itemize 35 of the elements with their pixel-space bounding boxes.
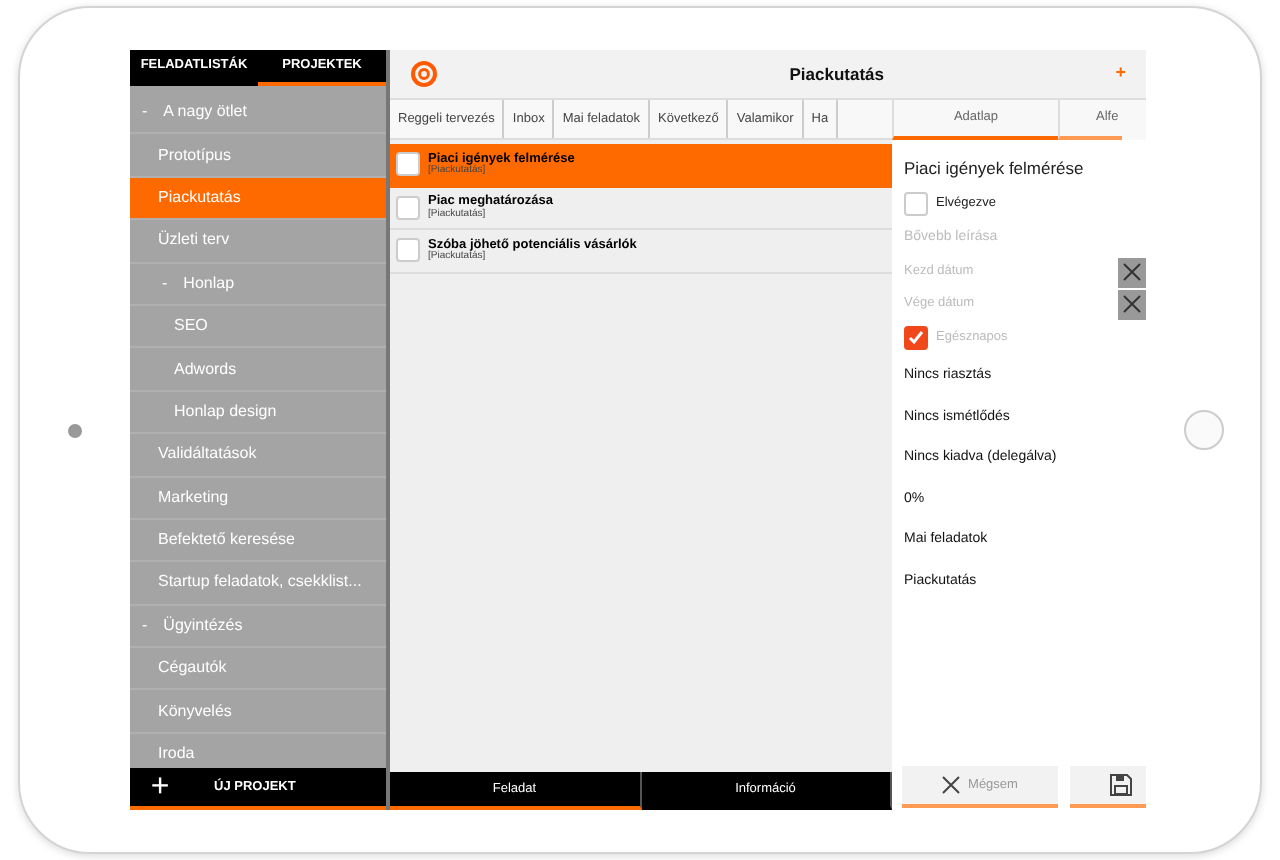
save-button[interactable] [1070,766,1146,808]
collapse-toggle[interactable]: - [162,271,168,296]
project-item[interactable]: SEO [130,305,386,349]
project-item[interactable]: Piackutatás [130,177,386,221]
checkbox[interactable] [396,152,420,177]
project-item[interactable]: Befektető keresése [130,519,386,563]
collapse-toggle[interactable]: - [142,100,148,125]
project-item[interactable]: - A nagy ötlet [130,92,386,135]
project-item[interactable]: - Honlap [130,263,386,306]
project-item[interactable]: Könyvelés [130,690,386,734]
camera-icon [68,423,82,437]
close-icon [942,776,961,794]
home-button[interactable] [1183,410,1223,450]
project-item[interactable]: Marketing [130,477,386,520]
checkbox[interactable] [904,192,928,216]
header-title: Piackutatás [787,61,886,87]
clear-button[interactable] [1118,257,1146,287]
checkbox[interactable] [904,326,928,350]
add-button[interactable]: + [130,771,190,803]
detail-title: Piaci igények felmérése [904,155,1084,181]
close-icon [1122,262,1142,282]
add-subtask-button[interactable]: + [1115,60,1126,88]
collapse-toggle[interactable]: - [142,613,148,638]
project-item[interactable]: Validáltatások [130,434,386,478]
logo-icon [410,60,438,88]
project-item[interactable]: Adwords [130,348,386,392]
project-item[interactable]: Startup feladatok, csekklist... [130,562,386,606]
checkbox[interactable] [396,238,420,263]
project-item[interactable]: - Ügyintézés [130,605,386,649]
project-item[interactable]: Honlap design [130,391,386,435]
checkbox[interactable] [396,195,420,220]
close-icon [1122,294,1142,314]
project-item[interactable]: Cégautók [130,648,386,691]
clear-button[interactable] [1118,289,1146,319]
project-item[interactable]: Üzleti terv [130,220,386,264]
